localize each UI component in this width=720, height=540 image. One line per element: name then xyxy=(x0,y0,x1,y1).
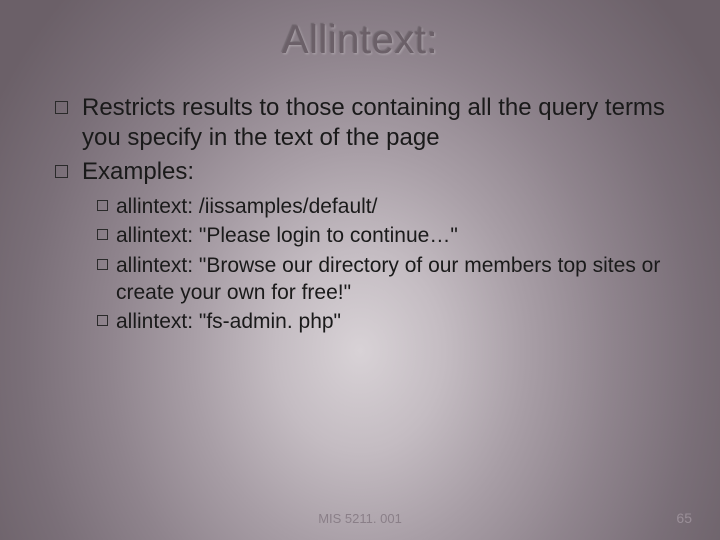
square-bullet-icon xyxy=(55,165,68,178)
slide-title: Allintext: xyxy=(0,0,720,63)
bullet-sub-3: allintext: "Browse our directory of our … xyxy=(97,252,670,307)
bullet-text: allintext: "fs-admin. php" xyxy=(116,308,670,335)
square-bullet-icon xyxy=(97,229,108,240)
bullet-text: allintext: "Browse our directory of our … xyxy=(116,252,670,307)
bullet-text: allintext: /iissamples/default/ xyxy=(116,193,670,220)
square-bullet-icon xyxy=(55,101,68,114)
square-bullet-icon xyxy=(97,259,108,270)
slide: Allintext: Restricts results to those co… xyxy=(0,0,720,540)
bullet-sub-4: allintext: "fs-admin. php" xyxy=(97,308,670,335)
bullet-sub-1: allintext: /iissamples/default/ xyxy=(97,193,670,220)
bullet-text: Examples: xyxy=(82,157,670,187)
page-number: 65 xyxy=(676,510,692,526)
bullet-sub-2: allintext: "Please login to continue…" xyxy=(97,222,670,249)
bullet-text: Restricts results to those containing al… xyxy=(82,93,670,153)
sub-bullets: allintext: /iissamples/default/ allintex… xyxy=(55,193,670,335)
footer-course: MIS 5211. 001 xyxy=(0,511,720,526)
bullet-main-2: Examples: xyxy=(55,157,670,187)
square-bullet-icon xyxy=(97,315,108,326)
bullet-text: allintext: "Please login to continue…" xyxy=(116,222,670,249)
content-area: Restricts results to those containing al… xyxy=(0,63,720,335)
bullet-main-1: Restricts results to those containing al… xyxy=(55,93,670,153)
square-bullet-icon xyxy=(97,200,108,211)
